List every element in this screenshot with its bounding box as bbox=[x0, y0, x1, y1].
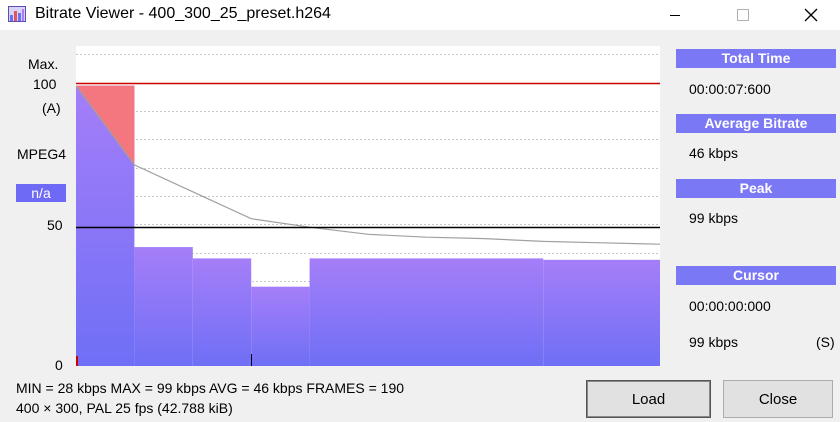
bitrate-bar bbox=[251, 286, 310, 366]
maximize-icon bbox=[737, 9, 749, 21]
peak-header: Peak bbox=[676, 179, 836, 198]
stats-summary: MIN = 28 kbps MAX = 99 kbps AVG = 46 kbp… bbox=[16, 380, 405, 396]
close-icon bbox=[804, 8, 818, 22]
average-bitrate-header: Average Bitrate bbox=[676, 114, 836, 133]
bitrate-bar bbox=[543, 259, 660, 366]
y-tick-0: 0 bbox=[55, 357, 63, 373]
bitrate-viewer-app-icon bbox=[8, 6, 26, 22]
close-button[interactable]: Close bbox=[723, 380, 833, 418]
bitrate-bar bbox=[134, 247, 193, 366]
cursor-bitrate-value: 99 kbps bbox=[689, 334, 739, 350]
peak-value: 99 kbps bbox=[689, 210, 739, 226]
cursor-flag: (S) bbox=[816, 334, 835, 350]
cursor-time-value: 00:00:00:000 bbox=[689, 298, 771, 314]
total-time-value: 00:00:07:600 bbox=[689, 81, 771, 97]
close-window-button[interactable] bbox=[788, 0, 834, 30]
minimize-button[interactable] bbox=[652, 0, 698, 30]
minimize-icon bbox=[670, 15, 680, 16]
load-button[interactable]: Load bbox=[586, 380, 711, 418]
bitrate-chart[interactable] bbox=[76, 46, 660, 366]
maximize-button[interactable] bbox=[720, 0, 766, 30]
mode-indicator: (A) bbox=[42, 100, 61, 116]
cursor-header: Cursor bbox=[676, 266, 836, 285]
stream-info: 400 × 300, PAL 25 fps (42.788 kiB) bbox=[16, 400, 233, 416]
codec-label: MPEG4 bbox=[17, 146, 67, 162]
status-badge: n/a bbox=[16, 184, 66, 202]
window-title: Bitrate Viewer - 400_300_25_preset.h264 bbox=[35, 5, 331, 22]
y-tick-50: 50 bbox=[47, 217, 63, 233]
bitrate-bar bbox=[192, 258, 252, 366]
max-label: Max. bbox=[28, 56, 59, 72]
title-bar: Bitrate Viewer - 400_300_25_preset.h264 bbox=[0, 0, 840, 30]
total-time-header: Total Time bbox=[676, 49, 836, 68]
max-value-tick: 100 bbox=[33, 76, 57, 92]
average-bitrate-value: 46 kbps bbox=[689, 145, 739, 161]
bitrate-bar bbox=[309, 258, 544, 366]
